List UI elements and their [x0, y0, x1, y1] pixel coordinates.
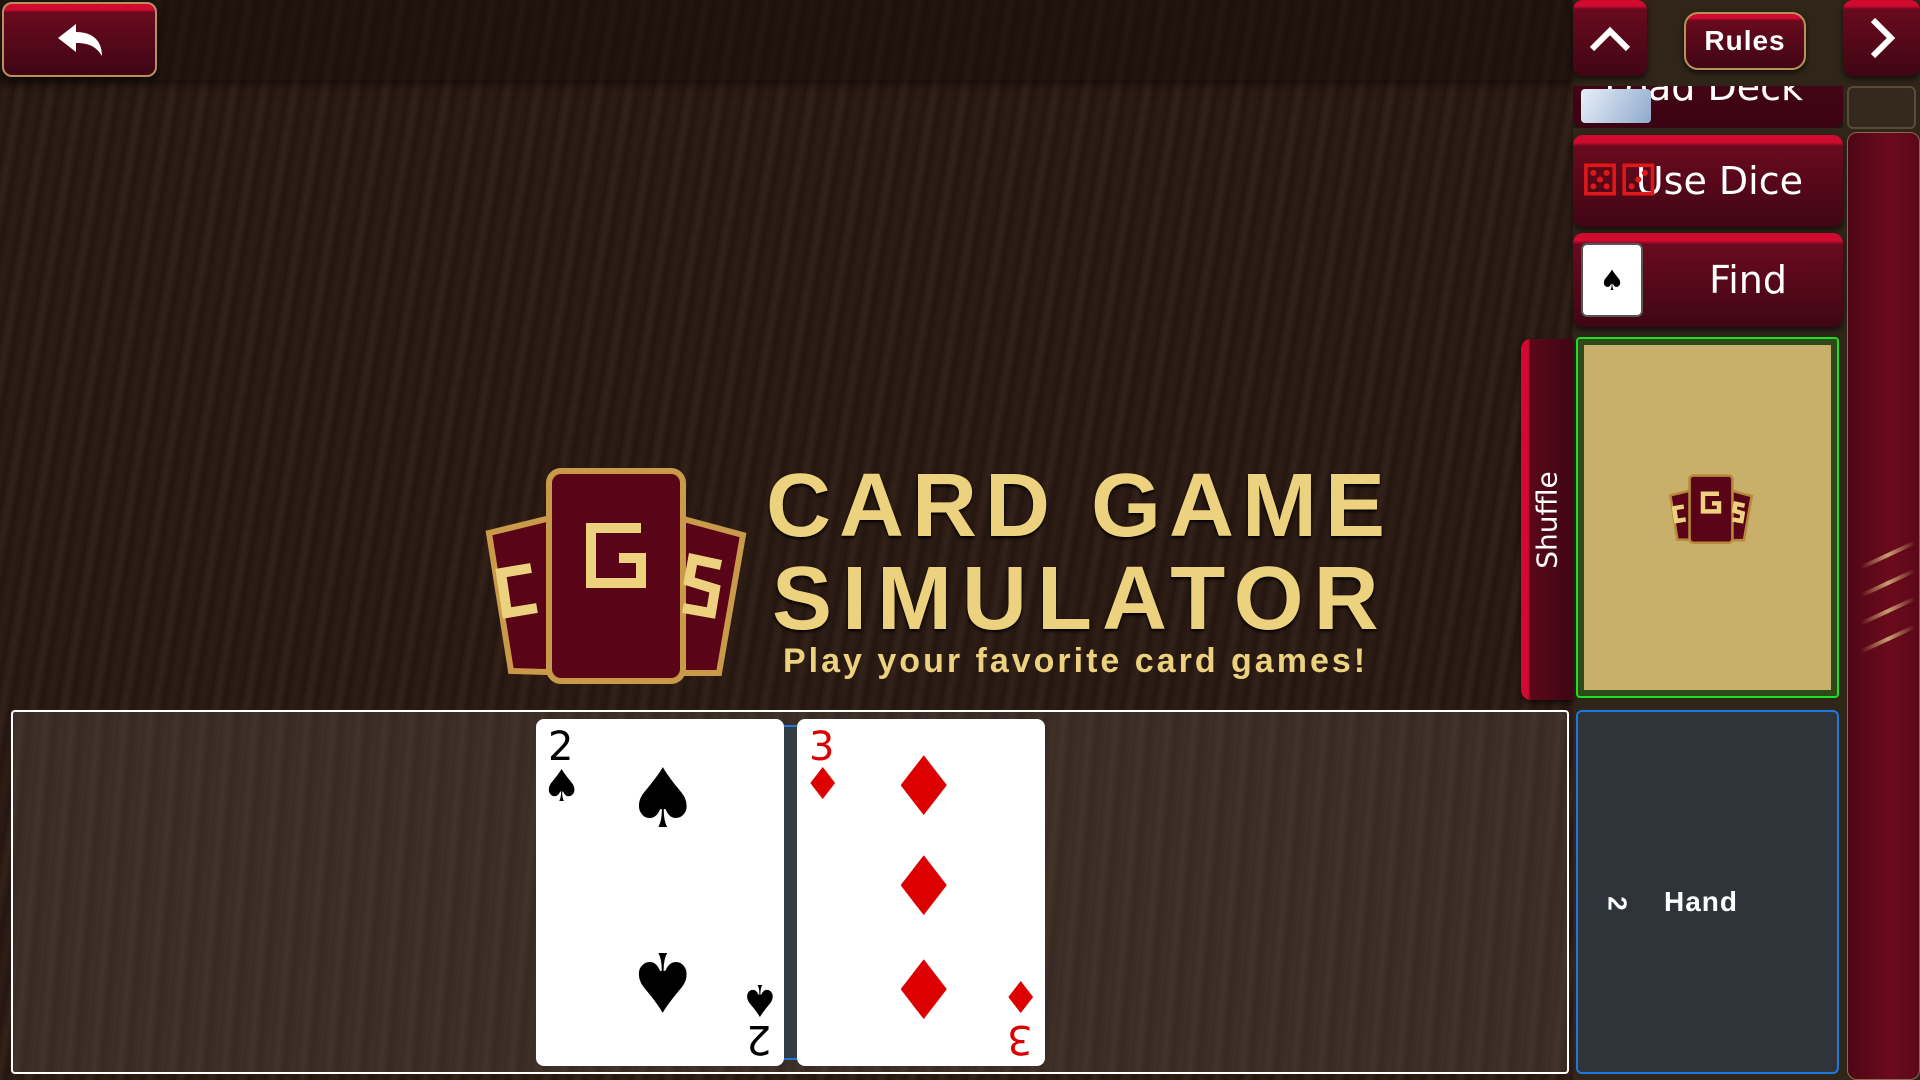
scrollbar-handle[interactable] — [1847, 132, 1920, 1080]
playing-cards-icon: ♠ — [1581, 243, 1643, 317]
scrollbar-track-top — [1847, 86, 1916, 129]
cgs-logo-small — [1668, 474, 1754, 545]
card-stack-gap — [784, 725, 797, 1060]
deck-card-back[interactable] — [1584, 345, 1831, 690]
spade-icon: ♠ — [542, 761, 582, 812]
load-deck-clip: Load Deck — [1573, 86, 1843, 128]
scroll-up-button[interactable] — [1573, 0, 1647, 76]
hand-zone[interactable]: 2 Hand — [1576, 710, 1839, 1074]
use-dice-button[interactable]: ⚄⚂ Use Dice — [1573, 135, 1843, 227]
spade-icon: ♠ — [740, 974, 780, 1025]
card-rank: 2 — [746, 1016, 772, 1062]
top-bar — [0, 0, 1573, 80]
back-arrow-icon — [57, 23, 102, 56]
logo-title-line2: SIMULATOR — [772, 549, 1389, 649]
load-deck-button[interactable]: Load Deck — [1573, 86, 1843, 128]
diamond-icon: ♦ — [887, 944, 961, 1039]
chevron-up-icon — [1589, 26, 1631, 52]
dice-icon: ⚄⚂ — [1581, 155, 1658, 207]
find-label: Find — [1709, 258, 1787, 302]
card-3-diamonds[interactable]: 3 ♦ ♦ ♦ ♦ ♦ 3 — [797, 719, 1045, 1066]
diamond-icon: ♦ — [803, 759, 843, 810]
shuffle-label: Shuffle — [1530, 470, 1564, 569]
grip-line — [1859, 596, 1917, 626]
hand-count: 2 — [1602, 896, 1633, 911]
grip-line — [1859, 624, 1917, 654]
diamond-icon: ♦ — [1001, 973, 1041, 1024]
diamond-icon: ♦ — [887, 840, 961, 935]
card-deck-icon — [1581, 89, 1651, 123]
find-button[interactable]: ♠ Find — [1573, 233, 1843, 327]
next-button[interactable] — [1843, 0, 1920, 76]
diamond-icon: ♦ — [887, 740, 961, 835]
cgs-logo-mark — [471, 463, 761, 688]
spade-icon: ♠ — [626, 933, 700, 1028]
card-2-spades[interactable]: 2 ♠ ♠ ♠ ♠ 2 — [536, 719, 784, 1066]
logo-tagline: Play your favorite card games! — [783, 642, 1369, 680]
hand-label: Hand — [1664, 886, 1738, 917]
rules-button[interactable]: Rules — [1684, 12, 1806, 70]
chevron-right-icon — [1870, 17, 1895, 59]
back-button[interactable] — [2, 2, 157, 77]
shuffle-button[interactable]: Shuffle — [1521, 339, 1573, 700]
deck-zone[interactable] — [1576, 337, 1839, 698]
logo-title-line1: CARD GAME — [766, 456, 1393, 556]
grip-line — [1859, 568, 1917, 598]
spade-icon: ♠ — [626, 752, 700, 847]
grip-line — [1859, 540, 1917, 570]
use-dice-label: Use Dice — [1635, 159, 1803, 203]
card-rank: 3 — [1007, 1016, 1033, 1062]
